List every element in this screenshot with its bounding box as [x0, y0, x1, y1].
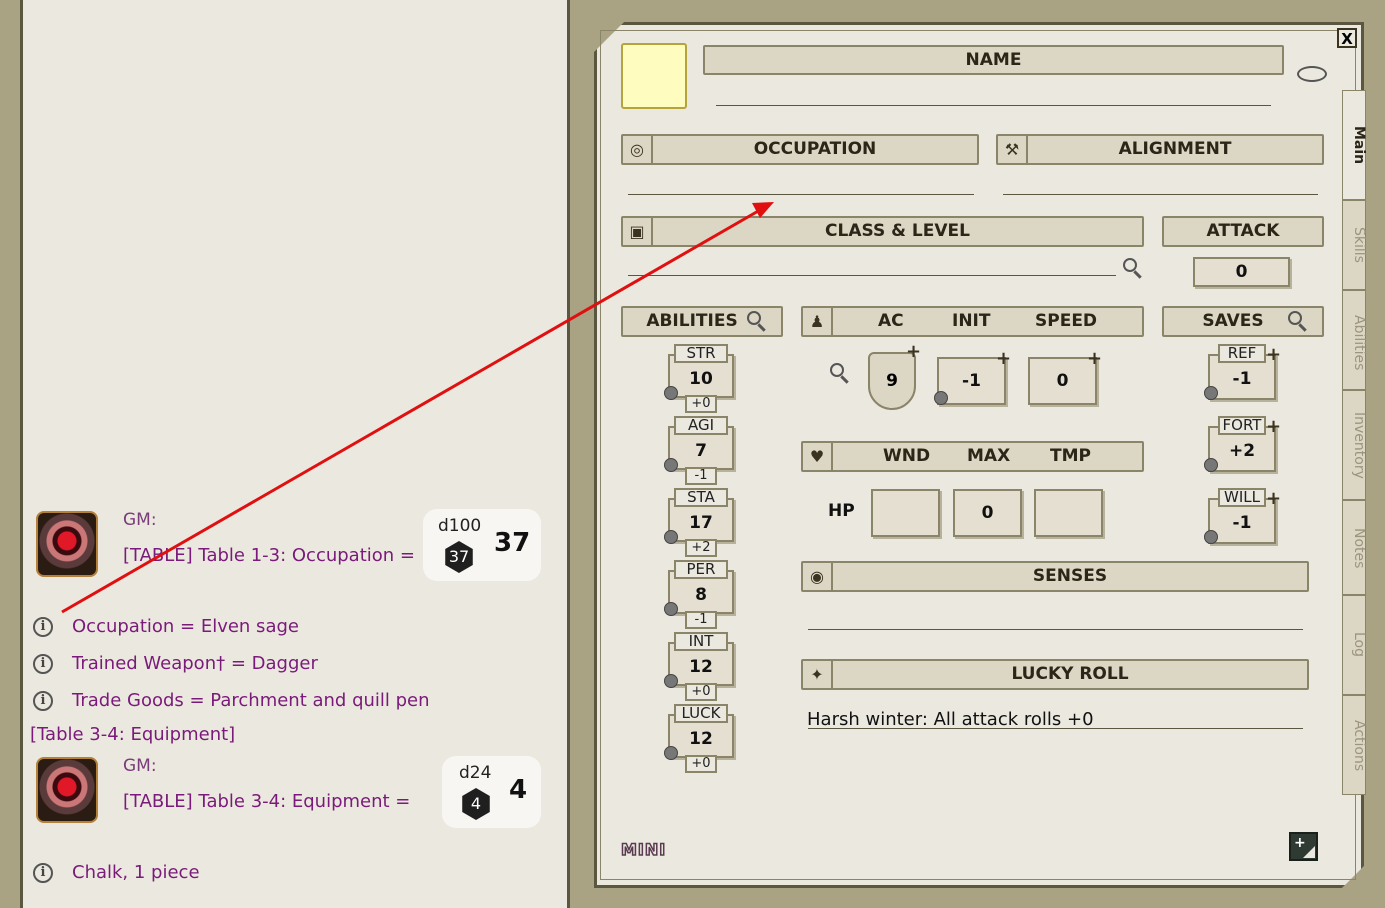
annotation-arrow	[61, 202, 774, 614]
